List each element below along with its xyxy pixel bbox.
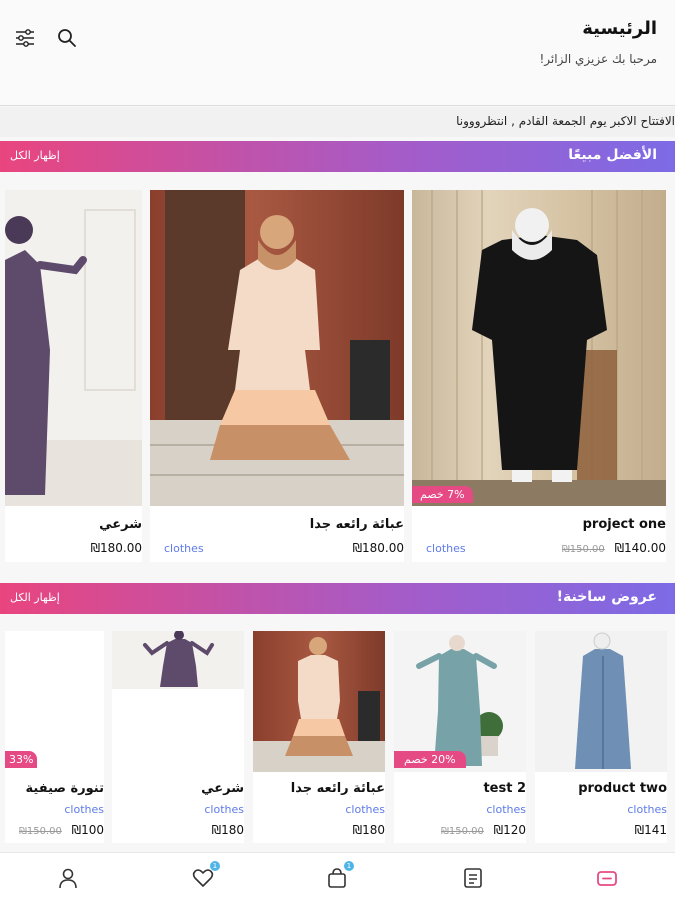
product-card[interactable]: شرعي clothes ₪180: [112, 631, 244, 843]
product-image: [535, 631, 667, 772]
app-header: الرئيسية مرحبا بك عزيزي الزائر!: [0, 0, 675, 106]
product-name: عبائة رائعه جدا: [290, 781, 385, 796]
page-title: الرئيسية: [582, 18, 657, 39]
product-price: ₪180.00: [91, 541, 142, 555]
search-icon[interactable]: [55, 26, 79, 50]
discount-badge: 20% خصم: [394, 751, 466, 768]
product-card[interactable]: 7% خصم project one clothes ₪140.00 ₪150.…: [412, 190, 666, 562]
discount-badge: 7% خصم: [412, 486, 473, 503]
product-card[interactable]: 20% خصم test 2 clothes ₪120 ₪150.00: [394, 631, 526, 843]
cart-icon[interactable]: 1: [324, 861, 354, 891]
old-price: ₪150.00: [561, 544, 605, 555]
product-image: [150, 190, 404, 506]
current-price: ₪180: [211, 823, 244, 837]
product-category[interactable]: clothes: [426, 542, 466, 555]
product-card[interactable]: عبائة رائعه جدا clothes ₪180: [253, 631, 385, 843]
favorites-icon[interactable]: 1: [190, 861, 220, 891]
product-name: test 2: [483, 781, 526, 796]
product-price: ₪140.00 ₪150.00: [562, 541, 666, 555]
announcement-ticker: الافتتاح الاكبر يوم الجمعة القادم , انتظ…: [0, 107, 675, 137]
product-category[interactable]: clothes: [627, 803, 667, 816]
product-price: ₪120 ₪150.00: [441, 823, 526, 837]
best-sellers-title: الأفضل مبيعًا: [568, 147, 657, 163]
product-name: project one: [582, 517, 666, 532]
current-price: ₪100: [71, 823, 104, 837]
product-card[interactable]: شرعي ₪180.00: [5, 190, 142, 562]
welcome-text: مرحبا بك عزيزي الزائر!: [539, 52, 658, 66]
product-price: ₪141: [635, 823, 667, 837]
best-sellers-show-all[interactable]: إظهار الكل: [10, 149, 60, 162]
home-icon[interactable]: [594, 865, 620, 891]
product-category[interactable]: clothes: [486, 803, 526, 816]
favorites-count-badge: 1: [210, 861, 220, 871]
current-price: ₪180: [352, 823, 385, 837]
product-image: [112, 631, 244, 689]
product-category[interactable]: clothes: [204, 803, 244, 816]
product-name: تنورة صيفية: [25, 781, 104, 796]
best-sellers-header: الأفضل مبيعًا إظهار الكل: [0, 141, 675, 172]
old-price: ₪150.00: [441, 826, 484, 837]
current-price: ₪180.00: [90, 541, 142, 555]
hot-offers-show-all[interactable]: إظهار الكل: [10, 591, 60, 604]
old-price: ₪150.00: [19, 826, 62, 837]
product-name: product two: [578, 781, 667, 796]
product-image: [253, 631, 385, 772]
current-price: ₪141: [634, 823, 667, 837]
announcement-text: الافتتاح الاكبر يوم الجمعة القادم , انتظ…: [456, 114, 675, 128]
current-price: ₪180.00: [352, 541, 404, 555]
product-card[interactable]: عبائة رائعه جدا clothes ₪180.00: [150, 190, 404, 562]
product-price: ₪100 ₪150.00: [19, 823, 104, 837]
current-price: ₪140.00: [614, 541, 666, 555]
hot-offers-header: عروض ساخنة! إظهار الكل: [0, 583, 675, 614]
product-category[interactable]: clothes: [345, 803, 385, 816]
product-price: ₪180: [212, 823, 244, 837]
product-image: [5, 190, 142, 506]
product-price: ₪180.00: [353, 541, 404, 555]
product-card[interactable]: 33% تنورة صيفية clothes ₪100 ₪150.00: [5, 631, 104, 843]
product-name: شرعي: [99, 517, 142, 532]
product-card[interactable]: product two clothes ₪141: [535, 631, 667, 843]
product-category[interactable]: clothes: [64, 803, 104, 816]
product-price: ₪180: [353, 823, 385, 837]
product-name: شرعي: [201, 781, 244, 796]
cart-count-badge: 1: [344, 861, 354, 871]
product-category[interactable]: clothes: [164, 542, 204, 555]
bottom-navigation: 1 1: [0, 852, 675, 900]
profile-icon[interactable]: [55, 865, 81, 891]
product-name: عبائة رائعه جدا: [309, 517, 404, 532]
hot-offers-title: عروض ساخنة!: [556, 589, 657, 605]
orders-icon[interactable]: [460, 865, 486, 891]
current-price: ₪120: [493, 823, 526, 837]
product-image: [412, 190, 666, 506]
discount-badge: 33%: [5, 751, 38, 768]
filter-icon[interactable]: [13, 26, 37, 50]
